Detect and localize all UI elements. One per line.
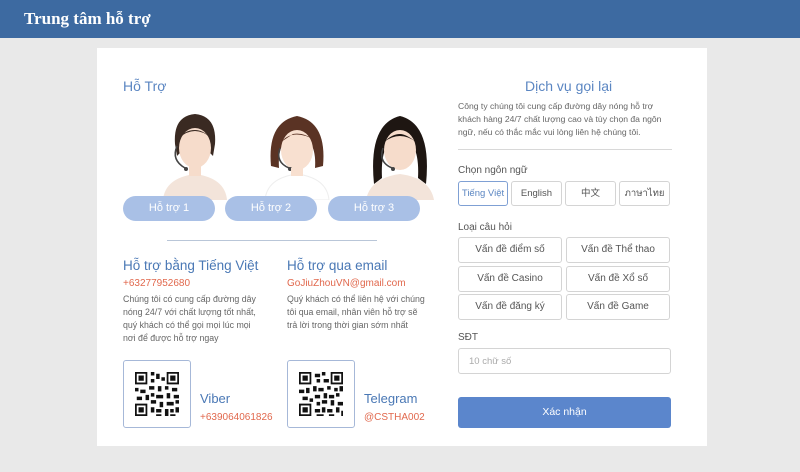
language-option-vietnamese[interactable]: Tiếng Việt	[458, 181, 508, 206]
agent-3-button[interactable]: Hỗ trợ 3	[328, 196, 420, 221]
support-card: Hỗ Trợ Hỗ trợ 1 Hỗ trợ 2 Hỗ trợ 3 Hỗ trợ…	[97, 48, 707, 446]
header-bar: Trung tâm hỗ trợ	[0, 0, 800, 38]
viber-qr-box[interactable]	[123, 360, 191, 428]
agent-1-button[interactable]: Hỗ trợ 1	[123, 196, 215, 221]
viber-qr-icon	[135, 372, 179, 416]
callback-divider	[458, 149, 672, 150]
question-option-lottery[interactable]: Vấn đề Xổ số	[566, 266, 670, 292]
vietnamese-support-title: Hỗ trợ bằng Tiếng Việt	[123, 258, 259, 273]
language-label: Chọn ngôn ngữ	[458, 165, 528, 176]
email-description: Quý khách có thể liên hệ với chúng tôi q…	[287, 294, 425, 330]
language-option-thai[interactable]: ภาษาไทย	[619, 181, 670, 206]
section-divider	[167, 240, 377, 241]
telegram-label: Telegram	[364, 391, 418, 406]
question-option-casino[interactable]: Vấn đề Casino	[458, 266, 562, 292]
language-option-english[interactable]: English	[511, 181, 562, 206]
question-option-game[interactable]: Vấn đề Game	[566, 294, 670, 320]
question-option-score[interactable]: Vấn đề điểm số	[458, 237, 562, 263]
question-option-registration[interactable]: Vấn đề đăng ký	[458, 294, 562, 320]
phone-input[interactable]	[458, 348, 671, 374]
email-address[interactable]: GoJiuZhouVN@gmail.com	[287, 278, 406, 289]
page-title: Trung tâm hỗ trợ	[24, 9, 151, 28]
support-title: Hỗ Trợ	[123, 78, 167, 94]
agent-avatar-2	[264, 116, 330, 200]
language-option-chinese[interactable]: 中文	[565, 181, 616, 206]
callback-description: Công ty chúng tôi cung cấp đường dây nón…	[458, 101, 662, 137]
agent-avatar-3	[366, 116, 434, 200]
telegram-handle[interactable]: @CSTHA002	[364, 412, 425, 423]
telegram-qr-icon	[299, 372, 343, 416]
phone-label: SĐT	[458, 332, 478, 343]
telegram-qr-box[interactable]	[287, 360, 355, 428]
callback-title: Dịch vụ gọi lại	[525, 78, 613, 94]
agent-avatar-1	[163, 114, 227, 200]
question-type-label: Loại câu hỏi	[458, 222, 512, 233]
viber-number[interactable]: +639064061826	[200, 412, 273, 423]
viber-label: Viber	[200, 391, 231, 406]
question-option-sports[interactable]: Vấn đề Thể thao	[566, 237, 670, 263]
email-support-title: Hỗ trợ qua email	[287, 258, 388, 273]
agent-2-button[interactable]: Hỗ trợ 2	[225, 196, 317, 221]
vietnamese-description: Chúng tôi có cung cấp đường dây nóng 24/…	[123, 294, 256, 343]
vietnamese-phone[interactable]: +63277952680	[123, 278, 190, 289]
confirm-button[interactable]: Xác nhận	[458, 397, 671, 428]
